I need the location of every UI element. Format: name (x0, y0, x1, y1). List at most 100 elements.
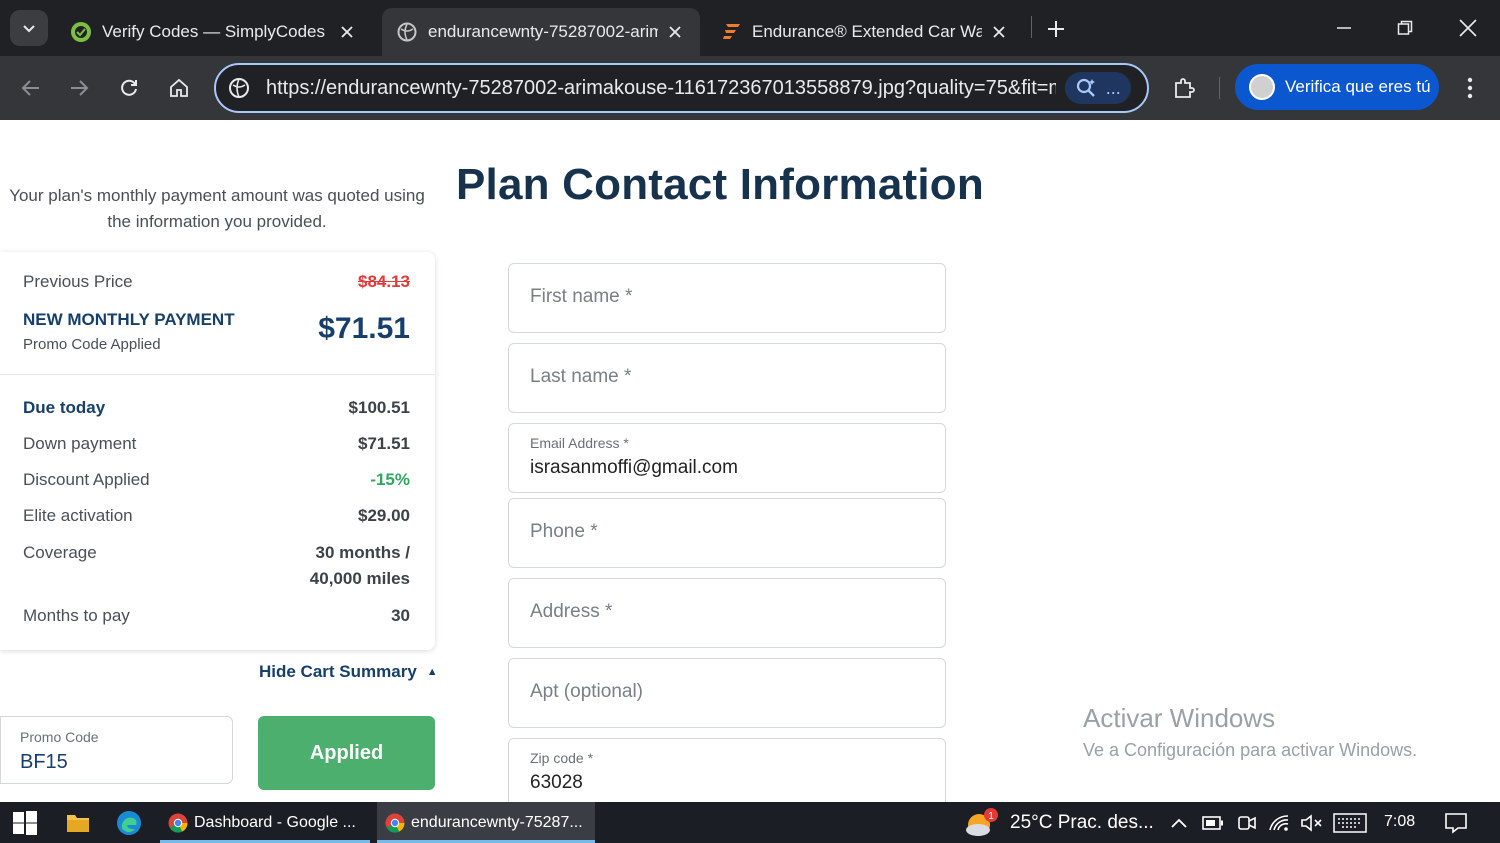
extensions-button[interactable] (1168, 72, 1200, 104)
cart-row-label: Down payment (23, 434, 137, 453)
new-monthly-payment-label: NEW MONTHLY PAYMENT (23, 310, 235, 329)
windows-activation-watermark: Activar Windows Ve a Configuración para … (1083, 703, 1417, 761)
globe-icon (396, 21, 418, 43)
taskbar-app-current[interactable]: endurancewnty-75287... (377, 802, 595, 843)
tab-simplycodes[interactable]: Verify Codes — SimplyCodes (56, 8, 372, 56)
reload-icon (121, 79, 137, 96)
cart-row-value: $100.51 (348, 398, 410, 417)
endurance-logo-icon (720, 21, 742, 43)
arrow-left-icon (21, 80, 39, 96)
cart-row-value: $29.00 (358, 506, 410, 525)
promo-applied-label: Promo Code Applied (23, 336, 161, 353)
edge-icon (117, 810, 141, 835)
cart-row-value: $71.51 (358, 434, 410, 453)
hide-cart-summary-label: Hide Cart Summary (259, 662, 417, 681)
close-window-button[interactable] (1448, 12, 1488, 44)
home-button[interactable] (163, 72, 195, 104)
cart-row-label: Elite activation (23, 506, 133, 525)
cart-row-label: Months to pay (23, 606, 130, 625)
tab-title: Verify Codes — SimplyCodes (102, 22, 325, 41)
last-name-field[interactable]: Last name * (508, 343, 946, 413)
cart-summary-card: Previous Price $84.13 NEW MONTHLY PAYMEN… (0, 252, 435, 650)
page-content: Your plan's monthly payment amount was q… (0, 120, 1500, 802)
cart-divider (0, 374, 435, 375)
hide-cart-summary-link[interactable]: Hide Cart Summary ▲ (259, 662, 438, 682)
profile-label: Verifica que eres tú (1285, 77, 1431, 96)
taskbar-app-label: Dashboard - Google ... (194, 813, 356, 831)
wifi-icon (1269, 814, 1289, 831)
notifications-button[interactable] (1444, 802, 1468, 843)
chrome-icon (168, 813, 188, 833)
windows-taskbar: Dashboard - Google ... endurancewnty-752… (0, 802, 1500, 843)
tab-title: Endurance® Extended Car War (752, 22, 982, 41)
meet-now-button[interactable] (1237, 802, 1257, 843)
network-button[interactable] (1268, 802, 1290, 843)
browser-toolbar: https://endurancewnty-75287002-arimakous… (0, 56, 1500, 120)
address-field[interactable]: Address * (508, 578, 946, 648)
apt-field[interactable]: Apt (optional) (508, 658, 946, 728)
close-tab-icon[interactable] (664, 21, 686, 43)
close-tab-icon[interactable] (336, 21, 358, 43)
edge-button[interactable] (116, 802, 142, 843)
windows-logo-icon (13, 810, 37, 835)
notification-icon (1445, 812, 1467, 834)
close-tab-icon[interactable] (988, 21, 1010, 43)
lens-search-button[interactable]: ... (1065, 72, 1131, 104)
reload-button[interactable] (113, 72, 145, 104)
tab-endurance[interactable]: Endurance® Extended Car War (706, 8, 1024, 56)
cart-intro-text: Your plan's monthly payment amount was q… (9, 186, 425, 231)
chevron-down-icon (23, 25, 35, 33)
volume-button[interactable] (1300, 802, 1324, 843)
previous-price-value: $84.13 (358, 272, 410, 291)
promo-code-input[interactable]: Promo Code BF15 (0, 716, 233, 784)
zip-code-value: 63028 (530, 772, 583, 793)
watermark-subtitle: Ve a Configuración para activar Windows. (1083, 740, 1418, 760)
phone-field[interactable]: Phone * (508, 498, 946, 568)
video-camera-icon (1238, 815, 1256, 830)
weather-badge: 1 (988, 811, 994, 822)
phone-placeholder: Phone * (530, 521, 598, 542)
menu-button[interactable] (1454, 72, 1486, 104)
address-bar[interactable]: https://endurancewnty-75287002-arimakous… (214, 63, 1149, 113)
profile-verify-button[interactable]: Verifica que eres tú (1235, 64, 1439, 110)
lens-search-icon (1077, 78, 1096, 97)
tab-search-button[interactable] (10, 10, 48, 46)
first-name-field[interactable]: First name * (508, 263, 946, 333)
site-info-icon[interactable] (228, 77, 250, 99)
cart-row-value: 30 months / (315, 543, 410, 562)
weather-widget[interactable]: 1 25°C Prac. des... (966, 806, 1154, 840)
touch-keyboard-button[interactable] (1333, 802, 1367, 843)
zip-code-field[interactable]: Zip code * 63028 (508, 738, 946, 802)
url-text[interactable]: https://endurancewnty-75287002-arimakous… (266, 77, 1056, 101)
file-explorer-button[interactable] (66, 802, 90, 843)
watermark-title: Activar Windows (1083, 703, 1276, 733)
clock[interactable]: 7:08 (1384, 813, 1415, 831)
keyboard-icon (1333, 812, 1367, 833)
apt-placeholder: Apt (optional) (530, 681, 644, 702)
forward-button[interactable] (63, 72, 95, 104)
chevron-up-icon (1171, 818, 1187, 828)
applied-button[interactable]: Applied (258, 716, 435, 790)
taskbar-app-dashboard[interactable]: Dashboard - Google ... (160, 802, 370, 843)
email-field[interactable]: Email Address * israsanmoffi@gmail.com (508, 423, 946, 493)
address-placeholder: Address * (530, 601, 613, 622)
new-tab-button[interactable] (1043, 16, 1069, 42)
promo-code-value: BF15 (20, 751, 68, 773)
tab-current[interactable]: endurancewnty-75287002-arim (382, 8, 700, 56)
battery-icon (1202, 815, 1223, 830)
start-button[interactable] (13, 802, 37, 843)
tab-title: endurancewnty-75287002-arim (428, 22, 658, 41)
browser-tab-strip: Verify Codes — SimplyCodes endurancewnty… (0, 0, 1500, 56)
battery-button[interactable] (1202, 802, 1224, 843)
minimize-button[interactable] (1324, 12, 1364, 44)
kebab-menu-icon (1467, 77, 1473, 99)
close-icon (1459, 19, 1477, 37)
arrow-right-icon (71, 80, 89, 96)
previous-price-label: Previous Price (23, 272, 133, 291)
restore-button[interactable] (1385, 12, 1425, 44)
show-hidden-icons-button[interactable] (1170, 802, 1188, 843)
cart-row-label: Coverage (23, 543, 97, 562)
weather-sun-icon: 1 (966, 808, 998, 836)
back-button[interactable] (15, 72, 47, 104)
chrome-icon (385, 813, 405, 833)
